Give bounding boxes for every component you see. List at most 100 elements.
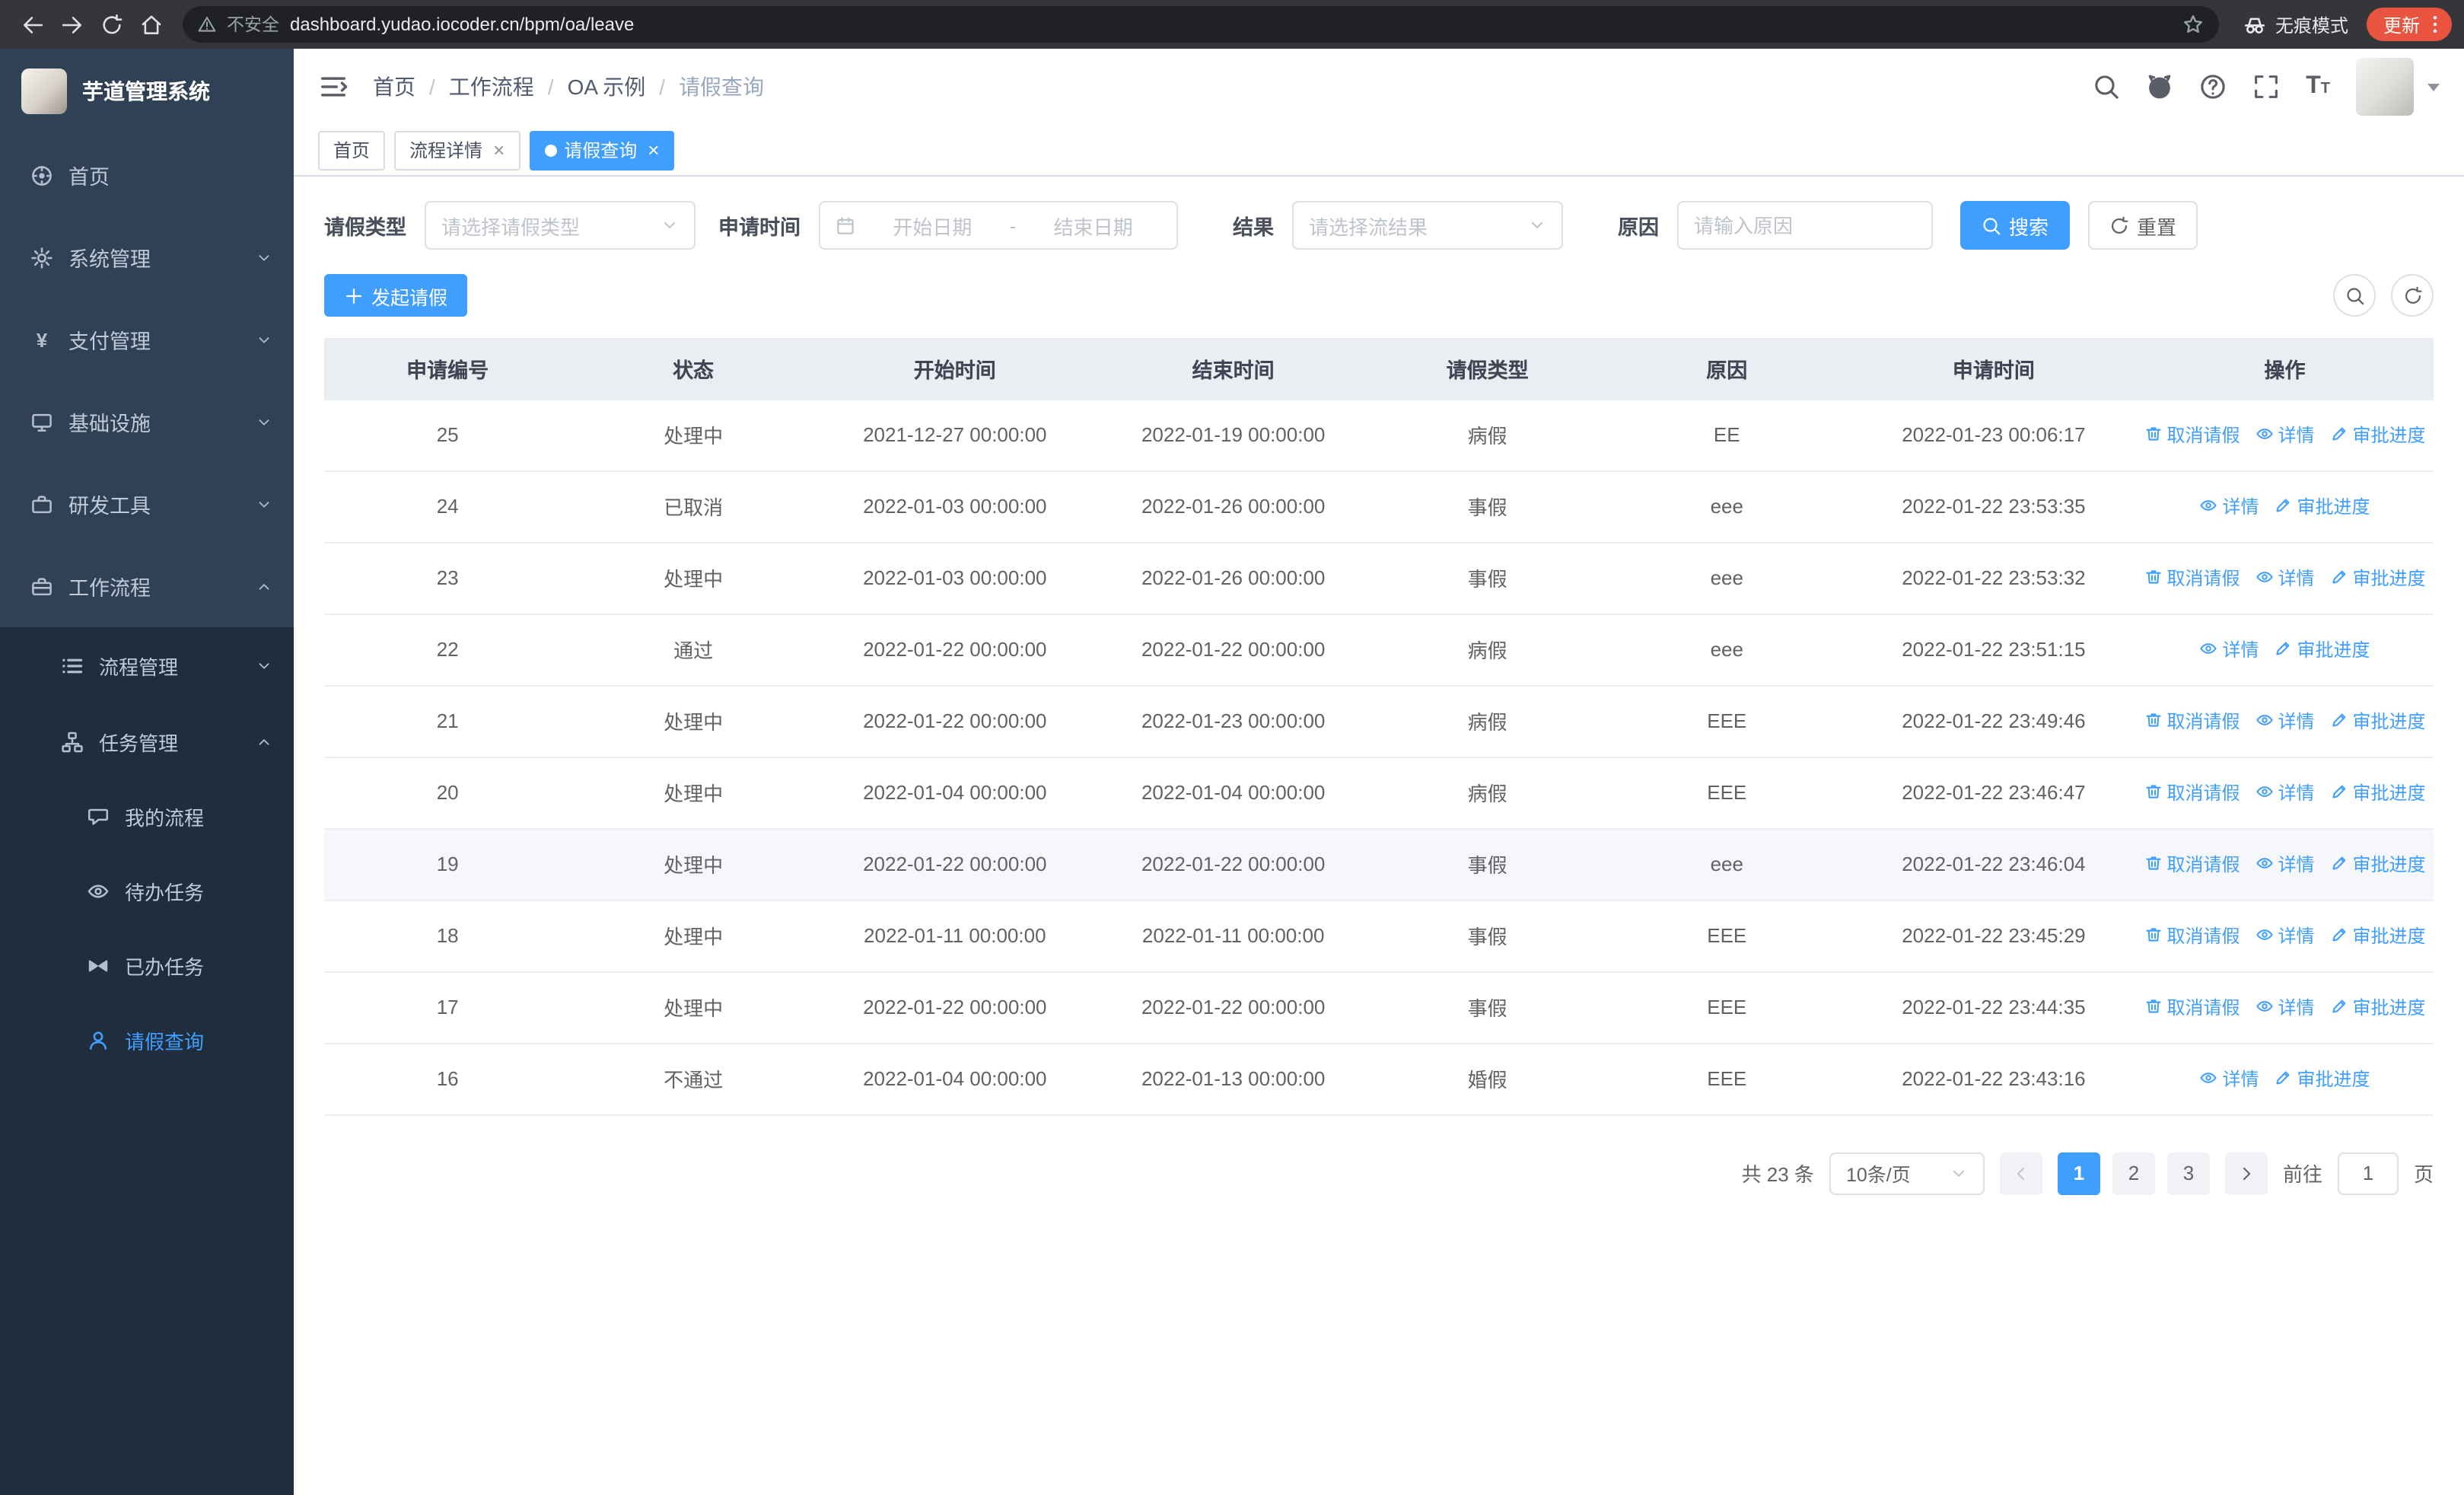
briefcase-icon bbox=[30, 575, 53, 598]
update-button[interactable]: 更新 bbox=[2366, 8, 2452, 41]
detail-link[interactable]: 详情 bbox=[2255, 422, 2315, 448]
cell-type: 病假 bbox=[1372, 685, 1603, 757]
breadcrumb-item[interactable]: 首页 bbox=[373, 72, 415, 102]
detail-link[interactable]: 详情 bbox=[2199, 493, 2259, 519]
search-button[interactable]: 搜索 bbox=[1960, 201, 2071, 250]
reason-input[interactable] bbox=[1677, 201, 1933, 250]
approval-progress-link[interactable]: 审批进度 bbox=[2330, 422, 2426, 448]
approval-progress-link[interactable]: 审批进度 bbox=[2330, 923, 2426, 948]
cell-end: 2022-01-19 00:00:00 bbox=[1094, 399, 1373, 471]
approval-progress-link[interactable]: 审批进度 bbox=[2330, 779, 2426, 805]
font-size-icon[interactable]: TT bbox=[2306, 74, 2330, 99]
address-bar[interactable]: 不安全 dashboard.yudao.iocoder.cn/bpm/oa/le… bbox=[183, 6, 2219, 43]
column-header: 原因 bbox=[1602, 338, 1851, 400]
user-avatar[interactable] bbox=[2356, 58, 2414, 116]
header-search-icon[interactable] bbox=[2093, 73, 2120, 100]
cancel-leave-link[interactable]: 取消请假 bbox=[2144, 923, 2240, 948]
tab-home[interactable]: 首页 bbox=[318, 130, 386, 170]
browser-home-icon[interactable] bbox=[131, 5, 170, 44]
cell-id: 22 bbox=[324, 614, 571, 686]
column-header: 申请编号 bbox=[324, 338, 571, 400]
detail-link[interactable]: 详情 bbox=[2255, 923, 2315, 948]
sidebar-item-payment[interactable]: ¥ 支付管理 bbox=[0, 298, 294, 381]
breadcrumb-item[interactable]: OA 示例 bbox=[568, 72, 646, 102]
approval-progress-link[interactable]: 审批进度 bbox=[2275, 1066, 2370, 1092]
fullscreen-icon[interactable] bbox=[2252, 73, 2280, 100]
refresh-table-button[interactable] bbox=[2391, 274, 2434, 317]
leave-type-select[interactable]: 请选择请假类型 bbox=[425, 201, 696, 250]
bookmark-star-icon[interactable] bbox=[2182, 14, 2204, 35]
reload-icon[interactable] bbox=[91, 5, 131, 44]
toggle-search-button[interactable] bbox=[2333, 274, 2376, 317]
cell-start: 2022-01-22 00:00:00 bbox=[815, 685, 1094, 757]
approval-progress-link[interactable]: 审批进度 bbox=[2330, 851, 2426, 877]
page-button-2[interactable]: 2 bbox=[2112, 1152, 2155, 1194]
detail-link[interactable]: 详情 bbox=[2255, 851, 2315, 877]
forward-icon[interactable] bbox=[52, 5, 91, 44]
approval-progress-link[interactable]: 审批进度 bbox=[2330, 708, 2426, 734]
cancel-leave-link[interactable]: 取消请假 bbox=[2144, 994, 2240, 1020]
sidebar-item-system[interactable]: 系统管理 bbox=[0, 216, 294, 298]
cancel-leave-link[interactable]: 取消请假 bbox=[2144, 708, 2240, 734]
sidebar-item-label: 支付管理 bbox=[68, 330, 151, 353]
next-page-button[interactable] bbox=[2224, 1152, 2268, 1194]
sidebar-item-todo-task[interactable]: 待办任务 bbox=[0, 854, 294, 929]
create-leave-button[interactable]: 发起请假 bbox=[324, 274, 468, 317]
sidebar-item-label: 研发工具 bbox=[68, 495, 151, 518]
app-logo[interactable]: 芋道管理系统 bbox=[0, 49, 294, 134]
breadcrumb-item[interactable]: 工作流程 bbox=[449, 72, 534, 102]
browser-menu-icon[interactable] bbox=[2424, 14, 2446, 35]
cell-status: 处理中 bbox=[571, 542, 816, 614]
sidebar-item-home[interactable]: 首页 bbox=[0, 134, 294, 216]
page-button-1[interactable]: 1 bbox=[2057, 1152, 2100, 1194]
back-icon[interactable] bbox=[12, 5, 52, 44]
apply-time-range-picker[interactable]: 开始日期 - 结束日期 bbox=[819, 201, 1178, 250]
detail-link[interactable]: 详情 bbox=[2199, 636, 2259, 662]
github-icon[interactable] bbox=[2146, 73, 2173, 100]
approval-progress-link[interactable]: 审批进度 bbox=[2330, 994, 2426, 1020]
approval-progress-link[interactable]: 审批进度 bbox=[2330, 565, 2426, 591]
cell-reason: EEE bbox=[1602, 971, 1851, 1044]
tab-leave-query[interactable]: 请假查询 × bbox=[529, 130, 675, 170]
tab-process-detail[interactable]: 流程详情 × bbox=[394, 130, 520, 170]
sidebar-item-task-mgmt[interactable]: 任务管理 bbox=[0, 703, 294, 779]
page-size-select[interactable]: 10条/页 bbox=[1829, 1152, 1985, 1194]
app-title: 芋道管理系统 bbox=[82, 79, 210, 104]
tab-label: 首页 bbox=[333, 140, 371, 161]
sidebar-item-workflow[interactable]: 工作流程 bbox=[0, 545, 294, 627]
help-icon[interactable] bbox=[2199, 73, 2227, 100]
cell-applied: 2022-01-22 23:46:04 bbox=[1851, 828, 2137, 901]
sidebar-item-my-process[interactable]: 我的流程 bbox=[0, 779, 294, 854]
detail-link[interactable]: 详情 bbox=[2255, 994, 2315, 1020]
detail-link[interactable]: 详情 bbox=[2255, 779, 2315, 805]
sidebar-item-infra[interactable]: 基础设施 bbox=[0, 381, 294, 463]
cancel-leave-link[interactable]: 取消请假 bbox=[2144, 779, 2240, 805]
reset-button[interactable]: 重置 bbox=[2088, 201, 2198, 250]
detail-link[interactable]: 详情 bbox=[2199, 1066, 2259, 1092]
detail-link[interactable]: 详情 bbox=[2255, 565, 2315, 591]
prev-page-button[interactable] bbox=[1999, 1152, 2042, 1194]
cancel-leave-link[interactable]: 取消请假 bbox=[2144, 422, 2240, 448]
sidebar-item-leave-query[interactable]: 请假查询 bbox=[0, 1003, 294, 1078]
approval-progress-link[interactable]: 审批进度 bbox=[2275, 636, 2370, 662]
goto-page-input[interactable] bbox=[2337, 1152, 2399, 1194]
close-tab-icon[interactable]: × bbox=[493, 140, 505, 160]
result-select[interactable]: 请选择流结果 bbox=[1292, 201, 1563, 250]
cancel-leave-link[interactable]: 取消请假 bbox=[2144, 565, 2240, 591]
chevron-down-icon[interactable] bbox=[2427, 83, 2440, 91]
sidebar-item-devtools[interactable]: 研发工具 bbox=[0, 463, 294, 545]
cancel-leave-link[interactable]: 取消请假 bbox=[2144, 851, 2240, 877]
approval-progress-link[interactable]: 审批进度 bbox=[2275, 493, 2370, 519]
close-tab-icon[interactable]: × bbox=[648, 140, 659, 160]
sidebar-item-label: 任务管理 bbox=[99, 732, 179, 754]
trash-icon bbox=[2144, 569, 2162, 587]
cell-applied: 2022-01-22 23:44:35 bbox=[1851, 971, 2137, 1044]
sidebar-item-done-task[interactable]: 已办任务 bbox=[0, 929, 294, 1003]
sidebar-item-process-mgmt[interactable]: 流程管理 bbox=[0, 627, 294, 703]
eye-icon bbox=[2255, 712, 2274, 730]
collapse-sidebar-icon[interactable] bbox=[318, 72, 349, 102]
cell-actions: 详情 审批进度 bbox=[2136, 470, 2434, 543]
table-row: 23 处理中 2022-01-03 00:00:00 2022-01-26 00:00… bbox=[324, 542, 2434, 614]
page-button-3[interactable]: 3 bbox=[2166, 1152, 2210, 1194]
detail-link[interactable]: 详情 bbox=[2255, 708, 2315, 734]
